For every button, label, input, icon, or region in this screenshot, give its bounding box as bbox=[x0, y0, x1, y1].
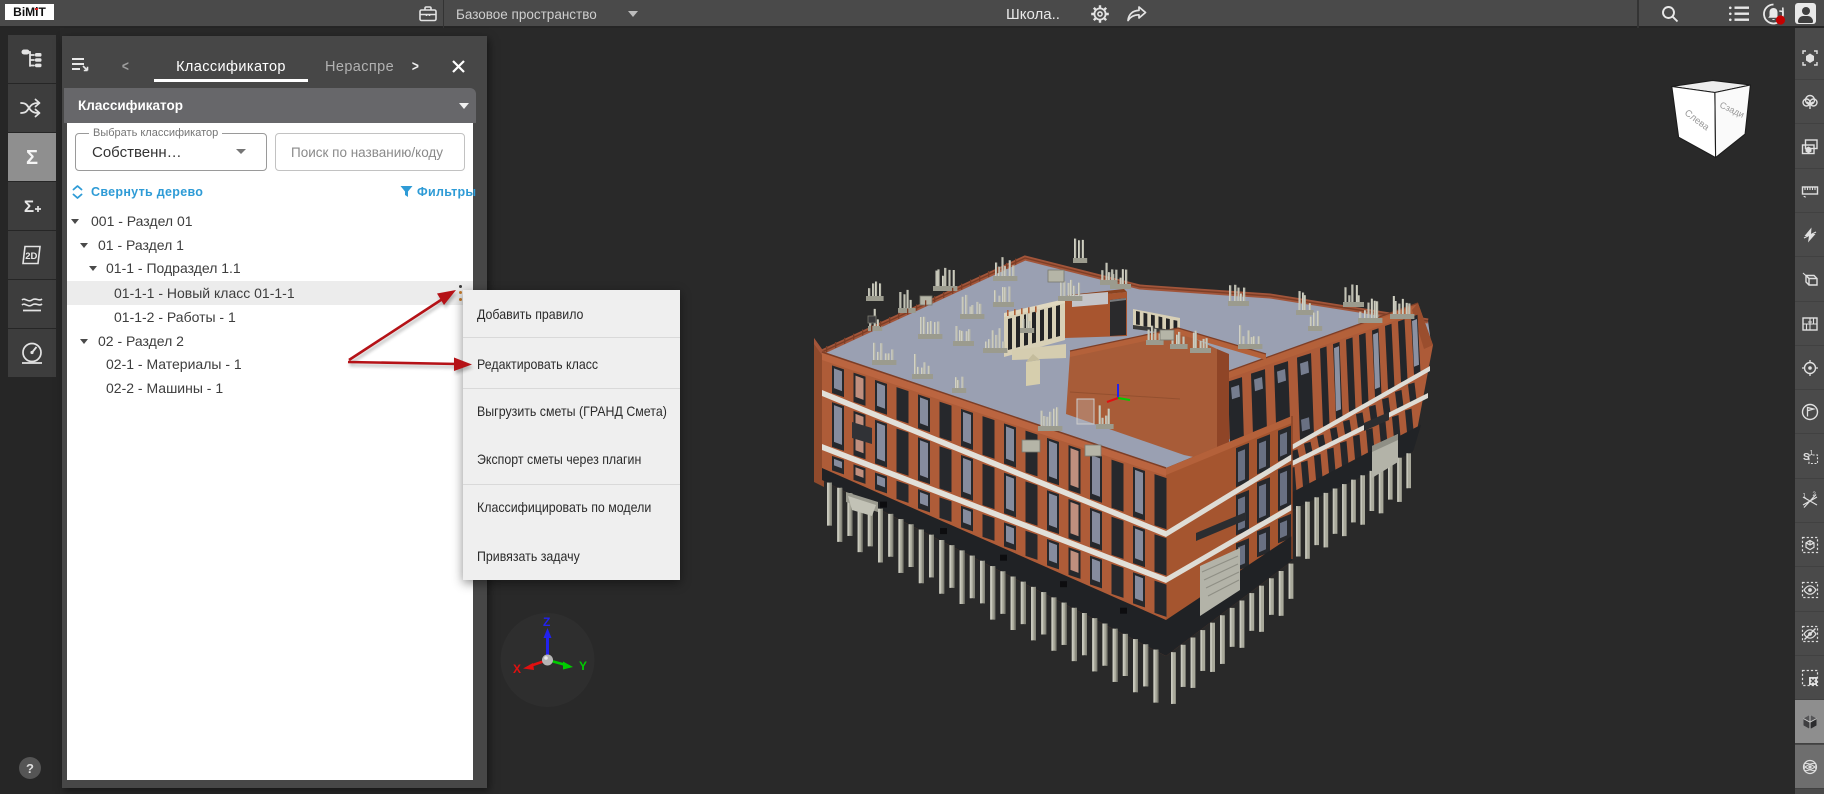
svg-text:Z: Z bbox=[543, 615, 550, 629]
svg-text:Σ: Σ bbox=[24, 197, 34, 216]
svg-text:Y: Y bbox=[579, 659, 587, 673]
svg-text:1: 1 bbox=[1809, 450, 1813, 457]
svg-text:Σ: Σ bbox=[26, 147, 38, 169]
svg-text:X: X bbox=[513, 662, 521, 676]
svg-text:2D: 2D bbox=[25, 251, 37, 262]
